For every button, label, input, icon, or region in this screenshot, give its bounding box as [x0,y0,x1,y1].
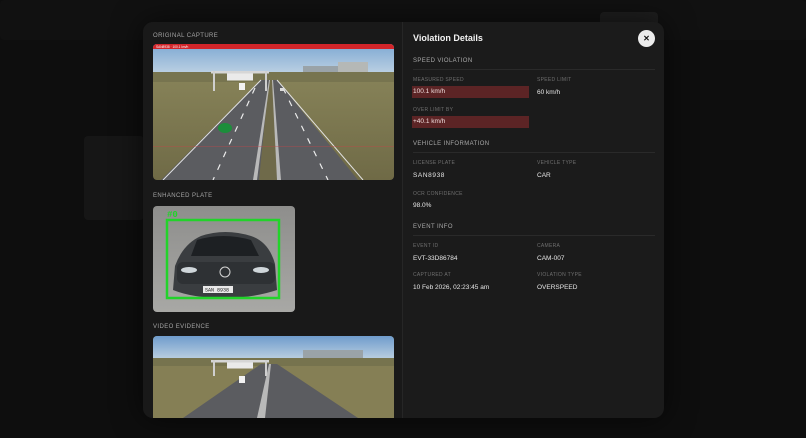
vehicle-type-value: CAR [537,172,551,179]
speed-limit-value: 60 km/h [537,89,561,96]
camera-value: CAM-007 [537,255,565,262]
ocr-confidence-value: 98.0% [413,202,432,209]
speed-limit-label: SPEED LIMIT [537,77,572,83]
section-divider [413,235,655,236]
modal-title: Violation Details [413,33,483,43]
measured-speed-value: 100.1 km/h [412,86,529,98]
details-panel: Violation Details ✕ SPEED VIOLATION MEAS… [403,22,664,418]
speed-section-title: SPEED VIOLATION [413,58,473,64]
over-limit-value: +40.1 km/h [412,116,529,128]
event-id-label: EVENT ID [413,243,439,249]
original-capture-image[interactable]: SAN8938 · 100.1 km/h [153,44,394,180]
violation-type-label: VIOLATION TYPE [537,272,582,278]
original-capture-label: ORIGINAL CAPTURE [153,33,219,39]
measured-speed-label: MEASURED SPEED [413,77,464,83]
close-icon: ✕ [643,34,650,43]
close-button[interactable]: ✕ [638,30,655,47]
enhanced-plate-image[interactable]: SAN 8938 #0 [153,206,295,312]
vehicle-section-title: VEHICLE INFORMATION [413,141,490,147]
captured-at-value: 10 Feb 2026, 02:23:45 am [413,284,490,291]
violation-details-modal: ORIGINAL CAPTURE SAN8938 · 100.1 km/h EN… [143,22,664,418]
captured-at-label: CAPTURED AT [413,272,451,278]
detection-tag: #0 [167,210,178,220]
license-plate-label: LICENSE PLATE [413,160,456,166]
section-divider [413,152,655,153]
camera-label: CAMERA [537,243,561,249]
capture-banner-text: SAN8938 · 100.1 km/h [156,45,188,49]
video-evidence-player[interactable] [153,336,394,418]
video-evidence-label: VIDEO EVIDENCE [153,324,210,330]
evidence-panel: ORIGINAL CAPTURE SAN8938 · 100.1 km/h EN… [143,22,403,418]
vehicle-type-label: VEHICLE TYPE [537,160,577,166]
section-divider [413,69,655,70]
plate-text: SAN 8938 [205,288,229,294]
background-panel [84,136,144,220]
enhanced-plate-label: ENHANCED PLATE [153,193,213,199]
event-id-value: EVT-33D86784 [413,255,458,262]
over-limit-label: OVER LIMIT BY [413,107,454,113]
violation-type-value: OVERSPEED [537,284,578,291]
license-plate-value: SAN8938 [413,172,446,179]
event-section-title: EVENT INFO [413,224,453,230]
ocr-confidence-label: OCR CONFIDENCE [413,191,463,197]
